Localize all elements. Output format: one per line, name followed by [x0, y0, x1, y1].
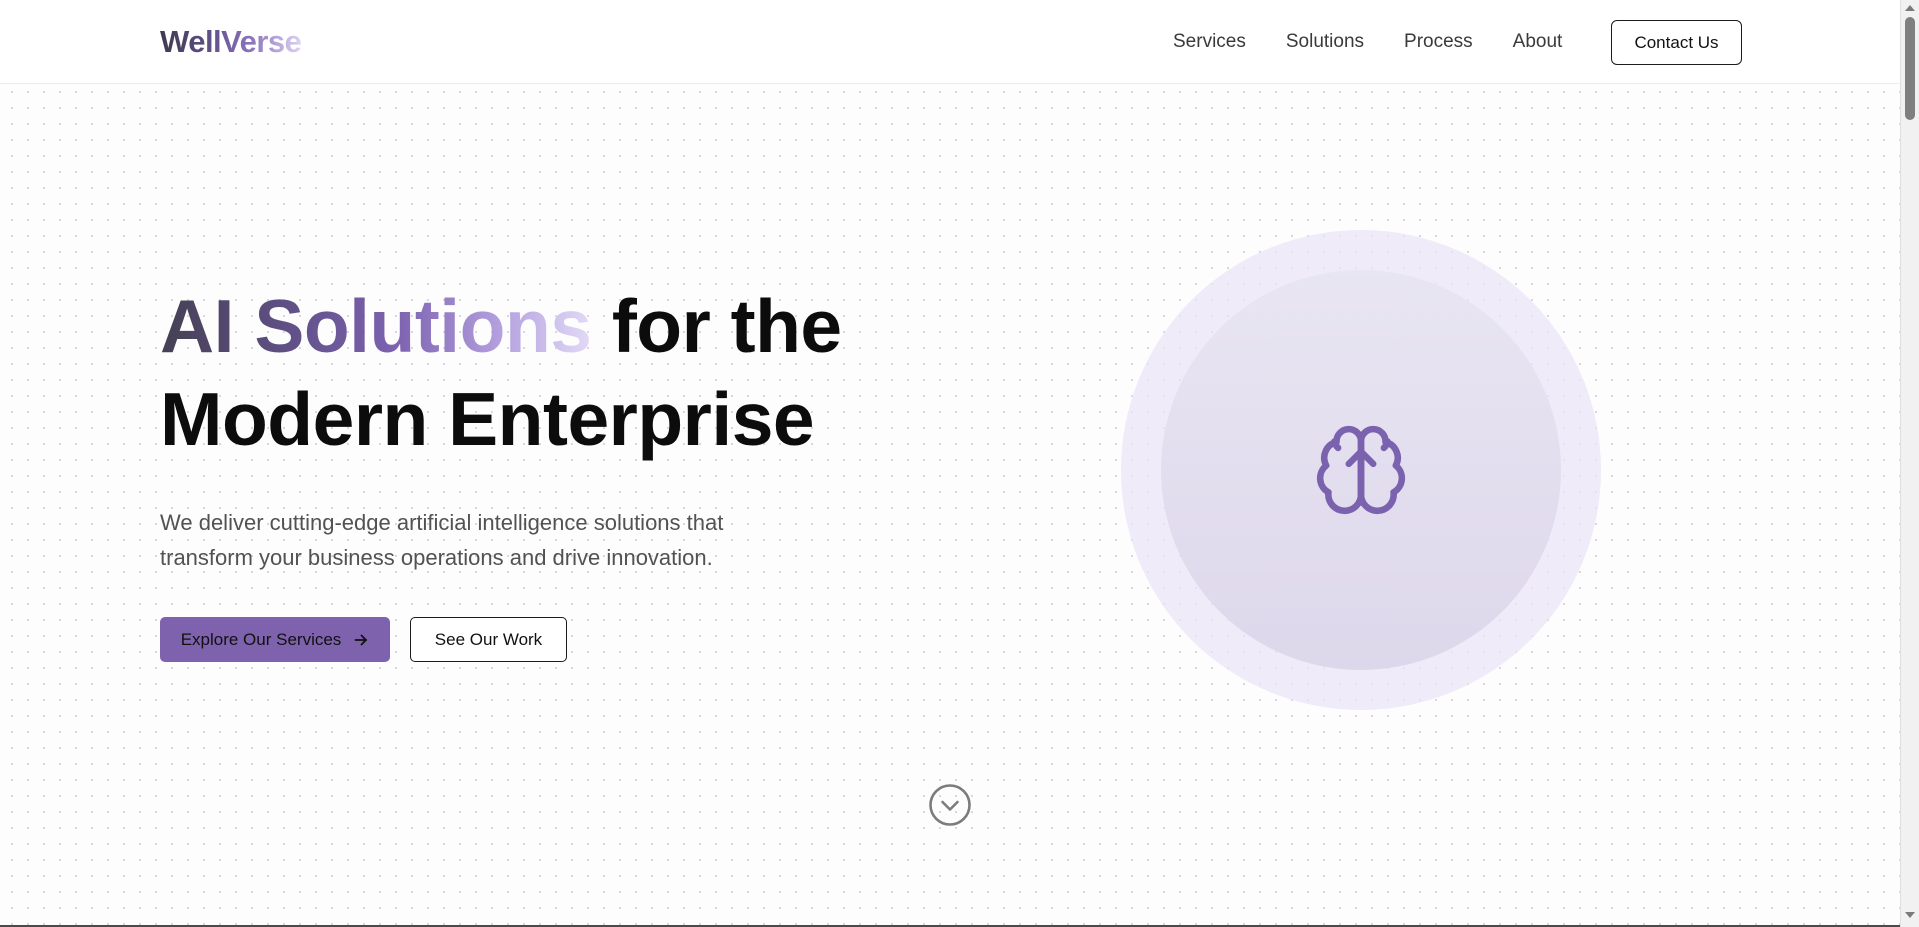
explore-services-button[interactable]: Explore Our Services — [160, 617, 390, 662]
page: WellVerse Services Solutions Process Abo… — [0, 0, 1900, 927]
chevron-down-circle-icon[interactable] — [928, 783, 972, 827]
hero-title-line2: Modern Enterprise — [160, 377, 815, 461]
logo[interactable]: WellVerse — [160, 22, 302, 62]
nav-link-process[interactable]: Process — [1404, 22, 1473, 62]
hero-description: We deliver cutting-edge artificial intel… — [160, 510, 724, 570]
hero-title-line1-rest: for the — [591, 284, 842, 368]
brain-icon — [1312, 421, 1410, 519]
scrollbar-thumb[interactable] — [1905, 17, 1915, 120]
nav-link-solutions[interactable]: Solutions — [1286, 22, 1364, 62]
hero-title-highlight: AI Solutions — [160, 284, 592, 368]
arrow-right-icon — [353, 632, 369, 648]
nav-link-about[interactable]: About — [1513, 22, 1563, 62]
main-nav: Services Solutions Process About — [1173, 22, 1602, 62]
scroll-up-arrow-icon[interactable] — [1905, 5, 1915, 11]
page-scrollbar[interactable] — [1900, 0, 1919, 927]
site-header: WellVerse Services Solutions Process Abo… — [0, 0, 1900, 84]
see-our-work-button[interactable]: See Our Work — [410, 617, 567, 662]
hero-title: AI Solutions for the Modern Enterprise — [160, 280, 842, 466]
scroll-down-arrow-icon[interactable] — [1905, 912, 1915, 918]
explore-services-label: Explore Our Services — [180, 629, 342, 649]
nav-link-services[interactable]: Services — [1173, 22, 1246, 62]
contact-button[interactable]: Contact Us — [1611, 20, 1742, 65]
